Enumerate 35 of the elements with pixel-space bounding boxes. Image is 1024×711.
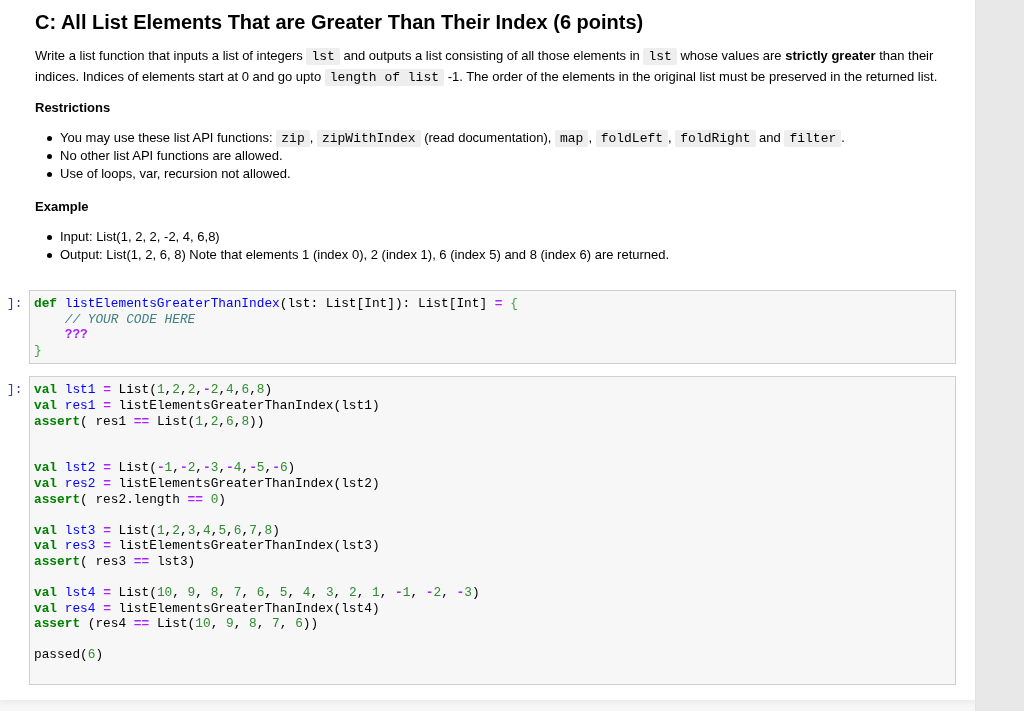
code-line: val res1 = listElementsGreaterThanIndex(lst1) xyxy=(34,397,380,413)
bullet-icon xyxy=(47,234,52,240)
code-line: passed(6) xyxy=(34,647,104,663)
bullet-icon xyxy=(47,171,52,177)
code-line: ??? xyxy=(64,327,88,343)
section-heading: Example xyxy=(35,198,89,216)
code-line: val res2 = listElementsGreaterThanIndex(lst2) xyxy=(34,475,380,491)
code-line: assert (res4 == List(10, 9, 8, 7, 6)) xyxy=(34,616,319,632)
code-line: assert( res2.length == 0) xyxy=(34,491,226,507)
bullet-text: You may use these list API functions: zip , zipWithIndex (read documentation), map , foldLeft , foldRight and filter . xyxy=(60,128,845,148)
code-line: // YOUR CODE HERE xyxy=(64,311,196,327)
code-line: val lst4 = List(10, 9, 8, 7, 6, 5, 4, 3, 2, 1, -1, -2, -3) xyxy=(34,585,480,601)
bullet-text: No other list API functions are allowed. xyxy=(60,147,283,165)
cell-prompt: ]: xyxy=(7,382,23,398)
code-line: val lst2 = List(-1,-2,-3,-4,-5,-6) xyxy=(34,460,296,476)
code-line: val res4 = listElementsGreaterThanIndex(lst4) xyxy=(34,600,380,616)
code-editor[interactable]: def listElementsGreaterThanIndex(lst: List[Int]): List[Int] = { // YOUR CODE HERE ??? } xyxy=(29,290,956,365)
description-text: Write a list function that inputs a list of integers lst and outputs a list consisting of all those elements in lst whose values are strictly greater than their indices. Indices of elements start at 0 and go upto length of list -1. The order of the elements in the original list must be preserved in the returned list. xyxy=(35,47,939,88)
code-line: def listElementsGreaterThanIndex(lst: List[Int]): List[Int] = { xyxy=(34,296,518,311)
bullet-icon xyxy=(47,252,52,258)
section-title: C: All List Elements That are Greater Than Their Index (6 points) xyxy=(35,10,644,34)
cell-prompt: ]: xyxy=(7,296,23,312)
bullet-text: Use of loops, var, recursion not allowed. xyxy=(60,165,291,183)
code-line: } xyxy=(34,342,42,358)
code-line: assert( res3 == lst3) xyxy=(34,553,196,569)
code-line: val res3 = listElementsGreaterThanIndex(lst3) xyxy=(34,538,380,554)
bullet-icon xyxy=(47,135,52,141)
bullet-text: Output: List(1, 2, 6, 8) Note that elements 1 (index 0), 2 (index 1), 6 (index 5) and 8 (index 6) are returned. xyxy=(60,246,670,264)
bullet-icon xyxy=(47,153,52,159)
code-line: val lst1 = List(1,2,2,-2,4,6,8) xyxy=(34,382,273,398)
code-editor[interactable] xyxy=(29,376,956,685)
section-heading: Restrictions xyxy=(35,99,111,117)
bullet-text: Input: List(1, 2, 2, -2, 4, 6,8) xyxy=(60,228,220,246)
code-line: assert( res1 == List(1,2,6,8)) xyxy=(34,413,265,429)
code-line: val lst3 = List(1,2,3,4,5,6,7,8) xyxy=(34,522,280,538)
